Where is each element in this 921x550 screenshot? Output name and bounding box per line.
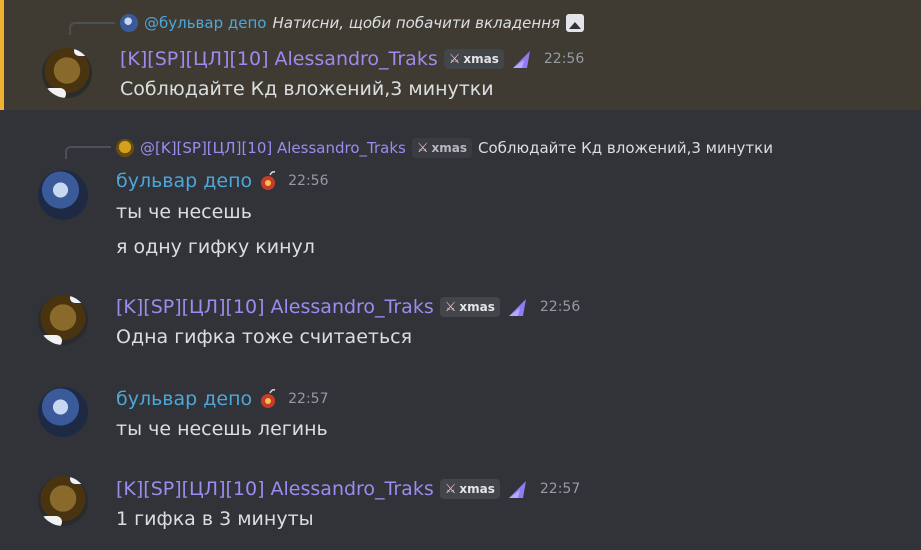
message-header: бульвар депо 22:57 <box>116 386 328 412</box>
message-text: Одна гифка тоже считаеться <box>116 326 413 348</box>
avatar[interactable] <box>38 387 88 437</box>
reply-preview[interactable]: @[K][SP][ЦЛ][10] Alessandro_Traks ⚔ xmas … <box>116 137 773 159</box>
reply-text[interactable]: Соблюдайте Кд вложений,3 минутки <box>478 139 773 157</box>
message-header: [K][SP][ЦЛ][10] Alessandro_Traks ⚔ xmas 2… <box>116 476 580 502</box>
clan-tag[interactable]: ⚔ xmas <box>439 479 500 499</box>
clan-tag[interactable]: ⚔ xmas <box>443 49 504 69</box>
red-bomb-icon[interactable] <box>258 170 278 192</box>
cloud-icon <box>70 295 88 303</box>
reply-spine <box>69 22 115 35</box>
avatar[interactable] <box>42 48 92 98</box>
reply-mention[interactable]: @бульвар депо <box>144 14 266 32</box>
avatar[interactable] <box>38 476 88 526</box>
message-header: [K][SP][ЦЛ][10] Alessandro_Traks ⚔ xmas 2… <box>120 46 584 72</box>
cloud-icon <box>40 516 62 526</box>
message-header: бульвар депо 22:56 <box>116 168 328 194</box>
message-2[interactable]: @[K][SP][ЦЛ][10] Alessandro_Traks ⚔ xmas … <box>0 130 921 270</box>
crossed-swords-icon: ⚔ <box>448 51 461 67</box>
message-text: ты че несешь <box>116 201 252 223</box>
image-icon <box>566 14 585 32</box>
avatar[interactable] <box>38 295 88 345</box>
timestamp[interactable]: 22:56 <box>544 51 584 67</box>
timestamp[interactable]: 22:56 <box>288 173 328 189</box>
reply-text[interactable]: Натисни, щоби побачити вкладення <box>272 14 560 32</box>
cloud-icon <box>70 476 88 484</box>
reply-avatar <box>120 14 138 32</box>
cloud-icon <box>44 88 66 98</box>
avatar[interactable] <box>38 170 88 220</box>
message-4[interactable]: бульвар депо 22:57 ты че несешь легинь <box>0 375 921 445</box>
message-text: ты че несешь легинь <box>116 418 328 440</box>
reply-mention[interactable]: @[K][SP][ЦЛ][10] Alessandro_Traks <box>140 139 406 157</box>
author-name[interactable]: [K][SP][ЦЛ][10] Alessandro_Traks <box>116 478 434 500</box>
message-3[interactable]: [K][SP][ЦЛ][10] Alessandro_Traks ⚔ xmas 2… <box>0 285 921 355</box>
cloud-icon <box>40 335 62 345</box>
message-text: 1 гифка в 3 минуты <box>116 508 314 530</box>
crossed-swords-icon: ⚔ <box>444 481 457 497</box>
red-bomb-icon[interactable] <box>258 388 278 410</box>
author-name[interactable]: [K][SP][ЦЛ][10] Alessandro_Traks <box>120 48 438 70</box>
reply-spine <box>65 146 111 159</box>
timestamp[interactable]: 22:56 <box>540 299 580 315</box>
clan-tag: ⚔ xmas <box>411 138 472 158</box>
purple-wing-icon[interactable] <box>506 478 530 500</box>
cloud-icon <box>74 48 92 56</box>
message-5[interactable]: [K][SP][ЦЛ][10] Alessandro_Traks ⚔ xmas 2… <box>0 465 921 545</box>
message-1[interactable]: @бульвар депо Натисни, щоби побачити вкл… <box>0 0 921 110</box>
author-name[interactable]: бульвар депо <box>116 170 252 192</box>
crossed-swords-icon: ⚔ <box>444 299 457 315</box>
author-name[interactable]: [K][SP][ЦЛ][10] Alessandro_Traks <box>116 296 434 318</box>
reply-preview[interactable]: @бульвар депо Натисни, щоби побачити вкл… <box>120 12 585 34</box>
message-text: Соблюдайте Кд вложений,3 минутки <box>120 78 494 100</box>
clan-tag[interactable]: ⚔ xmas <box>439 297 500 317</box>
timestamp[interactable]: 22:57 <box>288 391 328 407</box>
message-text: я одну гифку кинул <box>116 236 315 258</box>
author-name[interactable]: бульвар депо <box>116 388 252 410</box>
crossed-swords-icon: ⚔ <box>416 140 429 156</box>
purple-wing-icon[interactable] <box>506 296 530 318</box>
timestamp[interactable]: 22:57 <box>540 481 580 497</box>
message-header: [K][SP][ЦЛ][10] Alessandro_Traks ⚔ xmas 2… <box>116 294 580 320</box>
purple-wing-icon[interactable] <box>510 48 534 70</box>
reply-avatar <box>116 139 134 157</box>
